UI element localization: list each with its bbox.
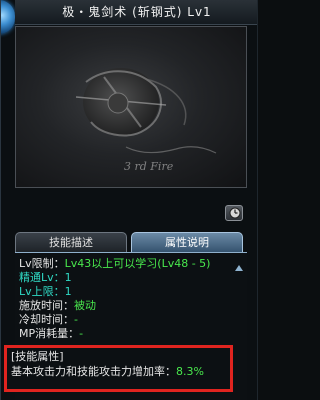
mastery-lv-value: 1 <box>64 271 72 284</box>
scroll-up-arrow-icon[interactable] <box>234 258 244 271</box>
lv-cap-row: Lv上限：1 <box>19 285 72 299</box>
skill-info-window: 极・鬼剑术 (斩钢式) Lv1 3 rd Fire 🔒 锁定 ⇄ 变更 <box>0 0 258 400</box>
tab-skill-description[interactable]: 技能描述 <box>15 232 127 252</box>
cast-time-value: 被动 <box>74 299 96 312</box>
mastery-lv-row: 精通Lv：1 <box>19 271 72 285</box>
clock-icon <box>229 207 241 219</box>
cooldown-label: 冷却时间： <box>19 313 74 326</box>
svg-text:3 rd Fire: 3 rd Fire <box>124 160 174 173</box>
skill-property-header: [技能属性] <box>11 350 64 363</box>
lv-limit-label: Lv限制： <box>19 257 65 270</box>
mp-cost-value: - <box>79 327 84 340</box>
skill-property-value: 8.3% <box>176 365 204 378</box>
cast-time-row: 施放时间：被动 <box>19 299 96 313</box>
window-title: 极・鬼剑术 (斩钢式) Lv1 <box>15 0 257 25</box>
cooldown-row: 冷却时间：- <box>19 313 78 327</box>
lv-cap-label: Lv上限： <box>19 285 65 298</box>
skill-property-box: [技能属性] 基本攻击力和技能攻击力增加率：8.3% <box>4 345 233 392</box>
skill-property-line: 基本攻击力和技能攻击力增加率：8.3% <box>11 365 204 379</box>
clock-button[interactable] <box>225 205 243 221</box>
mp-cost-row: MP消耗量：- <box>19 327 83 341</box>
mastery-lv-label: 精通Lv： <box>19 271 65 284</box>
window-orb-icon <box>1 0 15 34</box>
cooldown-value: - <box>74 313 78 326</box>
skill-preview-image: 3 rd Fire 🔒 锁定 ⇄ 变更 <box>15 26 247 188</box>
skill-property-desc: 基本攻击力和技能攻击力增加率： <box>11 365 176 378</box>
lv-limit-value: Lv43以上可以学习(Lv48 - 5) <box>64 257 211 270</box>
mp-cost-label: MP消耗量： <box>19 327 80 340</box>
cast-time-label: 施放时间： <box>19 299 74 312</box>
skill-tabs: 技能描述 属性说明 <box>15 232 243 252</box>
tab-attribute-description[interactable]: 属性说明 <box>131 232 243 252</box>
lv-limit-row: Lv限制：Lv43以上可以学习(Lv48 - 5) <box>19 257 210 271</box>
lv-cap-value: 1 <box>64 285 72 298</box>
